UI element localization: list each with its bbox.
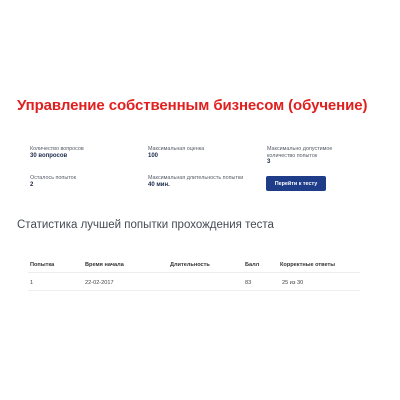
- max-duration-label: Максимальная длительность попытки: [148, 175, 244, 181]
- page-title: Управление собственным бизнесом (обучени…: [17, 97, 368, 114]
- header-attempt: Попытка: [30, 262, 55, 268]
- info-max-duration: Максимальная длительность попытки 40 мин…: [148, 175, 243, 189]
- header-score: Балл: [245, 262, 260, 268]
- info-questions: Количество вопросов 30 вопросов: [30, 146, 84, 160]
- max-score-value: 100: [148, 152, 159, 159]
- row-divider: [28, 290, 360, 291]
- goto-test-button[interactable]: Перейти к тесту: [266, 176, 326, 191]
- max-score-label: Максимальная оценка: [148, 146, 205, 152]
- info-remaining-attempts: Осталось попыток 2: [30, 175, 76, 189]
- max-attempts-label: Максимально допустимое количество попыто…: [267, 146, 333, 159]
- max-attempts-value: 3: [267, 159, 271, 165]
- remaining-value: 2: [30, 181, 34, 188]
- max-duration-value: 40 мин.: [148, 181, 170, 188]
- remaining-label: Осталось попыток: [30, 175, 76, 181]
- info-max-attempts: Максимально допустимое количество попыто…: [267, 146, 357, 167]
- header-duration: Длительность: [170, 262, 210, 268]
- cell-correct-answers: 25 из 30: [282, 280, 304, 286]
- questions-value: 30 вопросов: [30, 152, 68, 159]
- header-correct-answers: Корректные ответы: [280, 262, 336, 268]
- cell-score: 83: [245, 280, 252, 286]
- cell-duration: [145, 279, 203, 287]
- stats-section-title: Статистика лучшей попытки прохождения те…: [17, 219, 274, 231]
- info-max-score: Максимальная оценка 100: [148, 146, 204, 160]
- cell-attempt: 1: [30, 280, 34, 286]
- header-divider: [28, 272, 360, 273]
- questions-label: Количество вопросов: [30, 146, 84, 152]
- header-start-time: Время начала: [85, 262, 124, 268]
- cell-start-time: 22-02-2017: [85, 280, 114, 286]
